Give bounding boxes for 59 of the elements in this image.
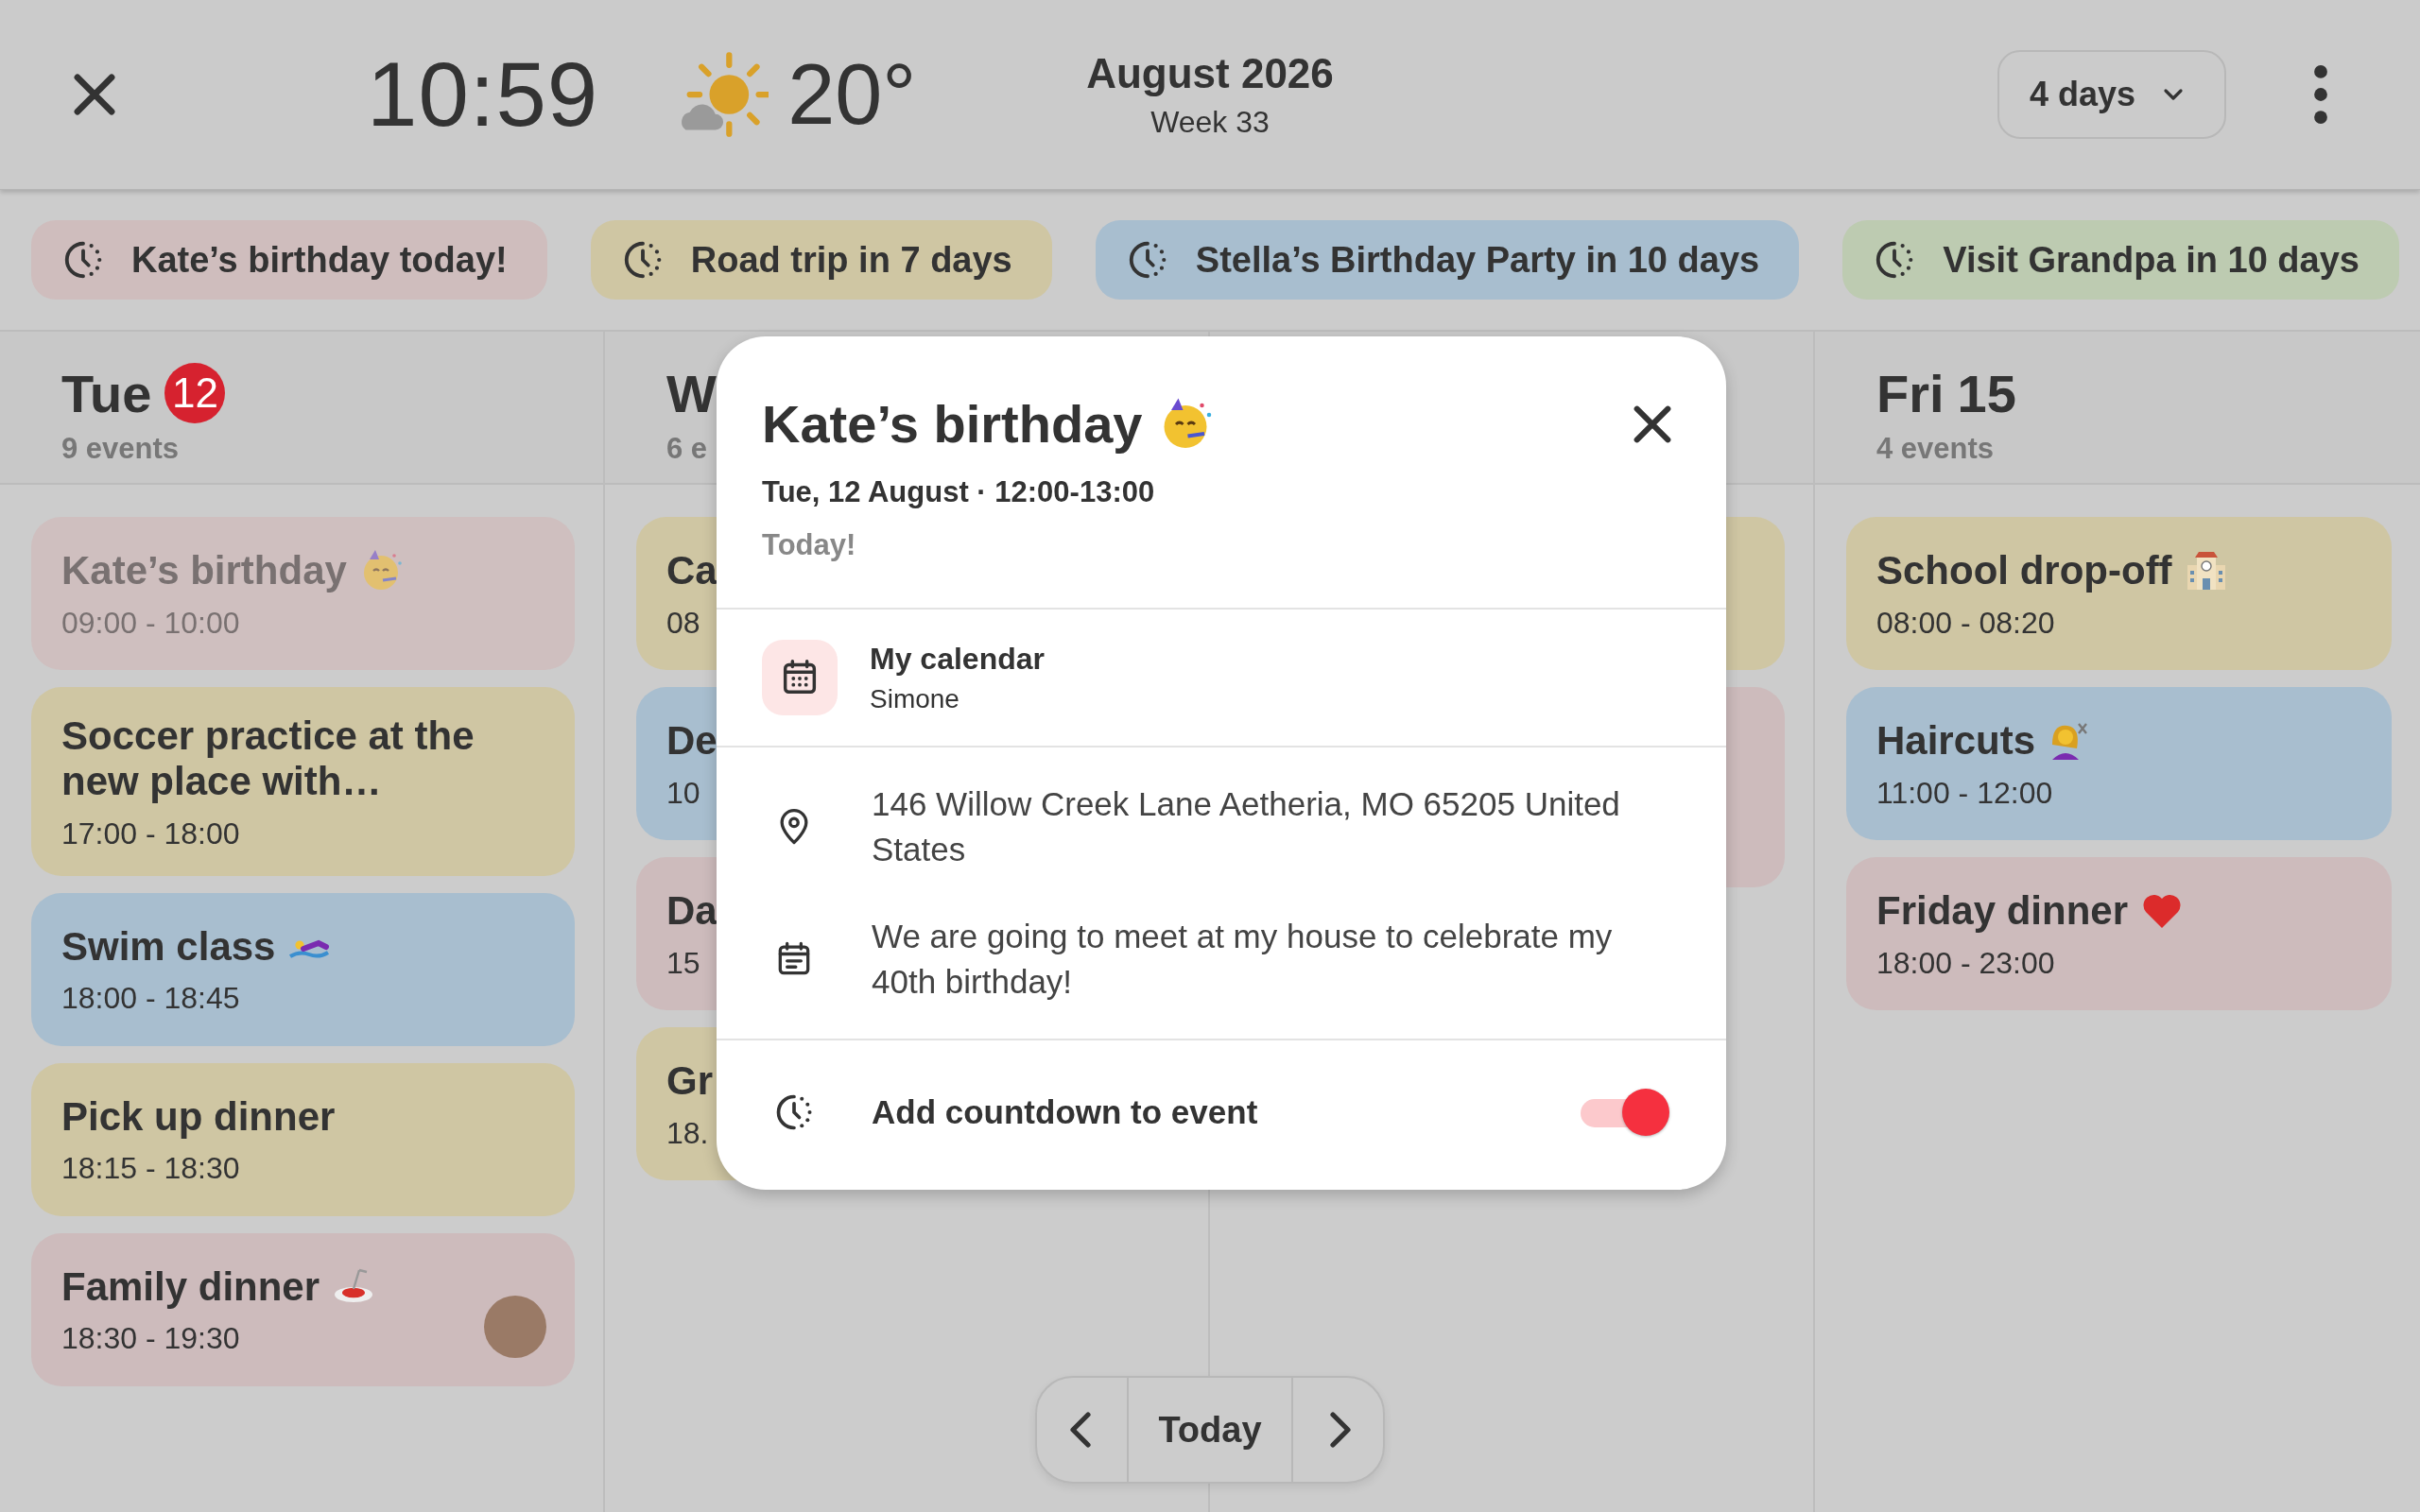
event-location: 146 Willow Creek Lane Aetheria, MO 65205 United States: [872, 784, 1621, 869]
event-time: 09:00 - 10:00: [61, 605, 241, 641]
event-note: Today!: [762, 528, 857, 562]
event-title: Swim class: [61, 923, 276, 971]
month-title: August 2026: [1086, 49, 1334, 97]
event-title: Kate’s birthday: [61, 548, 347, 594]
event-date-time: Tue, 12 August · 12:00-13:00: [762, 475, 1156, 509]
day-date: 15: [1957, 362, 2016, 424]
event-title: Haircuts: [1876, 718, 2036, 765]
today-button[interactable]: Today: [1127, 1378, 1293, 1482]
event-count: 4 events: [1876, 432, 1996, 466]
event-time: 18.: [666, 1115, 710, 1151]
event-title: Ca: [666, 548, 717, 594]
temperature: 20°: [787, 45, 917, 144]
event-time: 18:30 - 19:30: [61, 1321, 241, 1357]
event-title: Soccer practice at the new place with…: [61, 713, 475, 805]
day-name: Tue: [61, 362, 152, 424]
countdown-label: Add countdown to event: [872, 1093, 1259, 1131]
event-card[interactable]: School drop-off 08:00 - 08:20: [1846, 517, 2392, 670]
event-time: 18:15 - 18:30: [61, 1151, 241, 1187]
countdown-chip[interactable]: Visit Grandpa in 10 days: [1842, 220, 2399, 300]
day-name: Fri: [1876, 362, 1945, 424]
event-time: 18:00 - 18:45: [61, 981, 241, 1017]
countdown-toggle[interactable]: [1579, 1088, 1669, 1137]
event-title: School drop-off: [1876, 548, 2172, 594]
event-title: Pick up dinner: [61, 1093, 336, 1141]
event-card[interactable]: Haircuts 11:00 - 12:00: [1846, 687, 2392, 840]
day-name: W: [666, 362, 717, 424]
calendar-owner: Simone: [870, 683, 960, 714]
event-count: 6 e: [666, 432, 709, 466]
clock-time: 10:59: [367, 43, 599, 146]
event-time: 18:00 - 23:00: [1876, 945, 2056, 981]
event-time: 10: [666, 775, 701, 811]
event-time: 08:00 - 08:20: [1876, 605, 2056, 641]
countdown-chip[interactable]: Road trip in 7 days: [590, 220, 1052, 300]
calendar-name: My calendar: [870, 641, 1045, 677]
event-card[interactable]: Swim class 18:00 - 18:45: [31, 892, 575, 1046]
event-title: Da: [666, 888, 717, 935]
event-time: 11:00 - 12:00: [1876, 775, 2054, 811]
event-card[interactable]: Family dinner 18:30 - 19:30: [31, 1232, 575, 1386]
event-card[interactable]: Pick up dinner 18:15 - 18:30: [31, 1062, 575, 1216]
event-title: Friday dinner: [1876, 888, 2129, 935]
event-time: 08: [666, 605, 701, 641]
event-time: 15: [666, 945, 701, 981]
today-date-badge: 12: [164, 363, 226, 423]
event-title: Gr: [666, 1058, 713, 1105]
dialog-title: Kate’s birthday: [762, 393, 1143, 455]
countdown-chip[interactable]: Stella’s Birthday Party in 10 days: [1095, 220, 1800, 300]
event-time: 17:00 - 18:00: [61, 816, 241, 851]
event-description: We are going to meet at my house to celebrate my 40th birthday!: [872, 917, 1614, 1002]
event-title: De: [666, 718, 717, 765]
countdown-chip[interactable]: Kate’s birthday today!: [31, 220, 547, 300]
event-count: 9 events: [61, 432, 181, 466]
event-card[interactable]: Friday dinner 18:00 - 23:00: [1846, 857, 2392, 1010]
range-dropdown[interactable]: 4 days: [1996, 50, 2226, 139]
more-icon: [2312, 65, 2329, 124]
week-label: Week 33: [1150, 104, 1270, 140]
event-title: Family dinner: [61, 1263, 320, 1311]
event-card[interactable]: Soccer practice at the new place with… 17:00 - 18:00: [31, 687, 575, 876]
